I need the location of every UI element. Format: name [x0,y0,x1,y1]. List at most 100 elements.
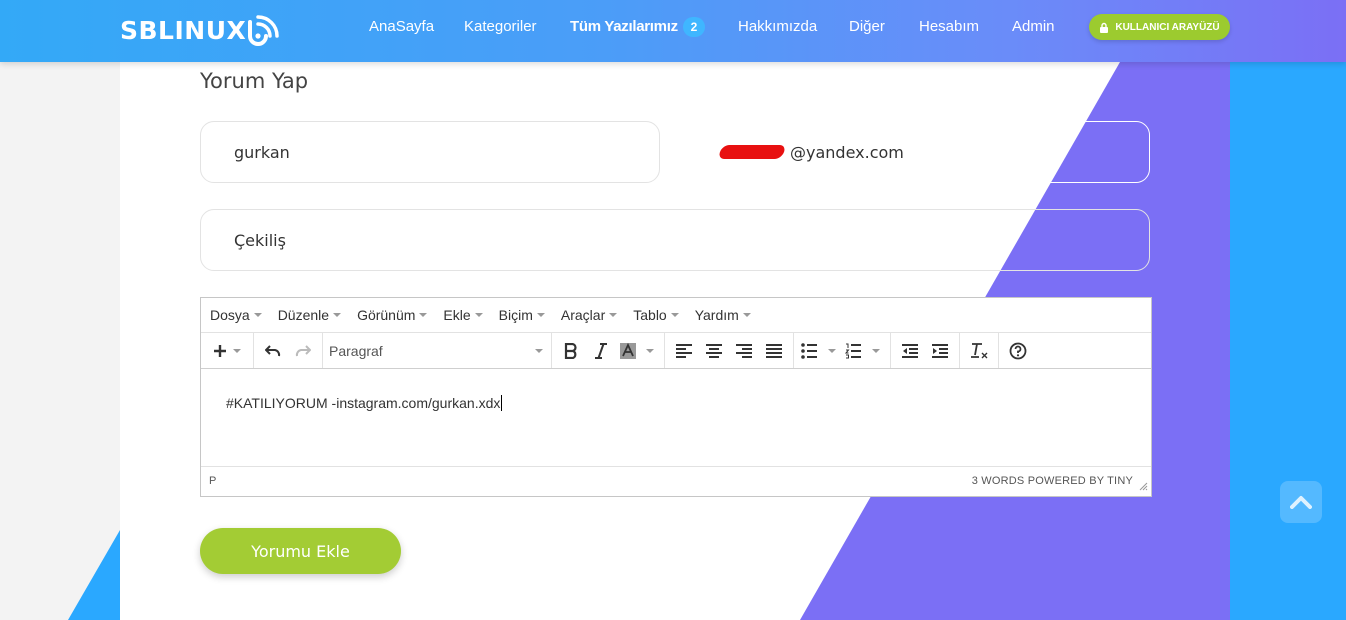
toolbar-group-history [254,333,323,368]
toolbar-group-help [999,333,1037,368]
editor-statusbar: P 3 WORDS POWERED BY TINY [201,467,1151,494]
chevron-down-icon [535,348,543,353]
nav-anasayfa[interactable]: AnaSayfa [369,18,434,35]
submit-comment-label: Yorumu Ekle [251,541,350,561]
name-field[interactable]: gurkan [200,121,660,183]
menu-yardim[interactable]: Yardım [695,307,751,323]
plus-icon [214,344,241,357]
user-interface-button[interactable]: KULLANICI ARAYÜZÜ [1089,14,1230,40]
chevron-down-icon [333,313,342,317]
undo-icon [265,344,281,356]
menu-dosya[interactable]: Dosya [210,307,262,323]
posts-count-badge: 2 [682,17,705,37]
text-color-icon [620,342,654,359]
subject-field[interactable]: Çekiliş [200,209,1150,271]
lock-icon [1100,22,1109,33]
resize-handle-icon[interactable] [1139,482,1148,491]
submit-comment-button[interactable]: Yorumu Ekle [200,528,401,574]
menu-ekle-label: Ekle [443,307,471,323]
format-select[interactable]: Paragraf [323,343,551,359]
insert-button[interactable] [205,336,249,366]
chevron-down-icon [536,313,545,317]
menu-bicim[interactable]: Biçim [499,307,545,323]
nav-diger[interactable]: Diğer [849,18,885,35]
logo-text: SBLINUX [120,15,247,45]
toolbar-group-insert [201,333,254,368]
subject-value: Çekiliş [234,230,286,250]
toolbar-group-align [665,333,794,368]
menu-tablo[interactable]: Tablo [633,307,679,323]
toolbar-group-clear [960,333,999,368]
align-right-button[interactable] [729,336,759,366]
align-center-icon [706,343,722,358]
editor-toolbar: Paragraf [201,333,1151,369]
email-field[interactable]: @yandex.com [690,121,1150,183]
editor-menubar: Dosya Düzenle Görünüm Ekle Biçim Araçlar… [201,298,1151,333]
text-cursor [501,395,503,411]
bold-button[interactable] [556,336,586,366]
word-count-branding: 3 WORDS POWERED BY TINY [971,474,1133,487]
redo-button[interactable] [288,336,318,366]
nav-hesabim[interactable]: Hesabım [919,18,979,35]
indent-icon [932,343,948,358]
menu-ekle[interactable]: Ekle [443,307,483,323]
site-logo[interactable]: SBLINUX [120,8,280,52]
menu-duzenle[interactable]: Düzenle [277,307,342,323]
toolbar-group-lists [794,333,891,368]
align-justify-icon [766,343,782,358]
format-select-value: Paragraf [329,342,383,359]
align-left-button[interactable] [669,336,699,366]
outdent-icon [902,343,918,358]
help-button[interactable] [1003,336,1033,366]
numbered-list-button[interactable] [842,336,886,366]
menu-araclar[interactable]: Araçlar [560,307,618,323]
menu-duzenle-label: Düzenle [277,307,330,323]
menu-gorunum-label: Görünüm [357,307,416,323]
redaction-mark [717,145,787,159]
menu-tablo-label: Tablo [633,307,667,323]
chevron-down-icon [419,313,428,317]
bullet-list-button[interactable] [798,336,842,366]
align-right-icon [736,343,752,358]
nav-admin[interactable]: Admin [1012,18,1055,35]
editor-content-text: #KATILIYORUM -instagram.com/gurkan.xdx [226,395,501,411]
help-icon [1009,342,1027,359]
clear-formatting-icon [971,342,988,358]
menu-yardim-label: Yardım [694,307,739,323]
redo-icon [295,344,311,356]
nav-kategoriler[interactable]: Kategoriler [464,18,537,35]
align-justify-button[interactable] [759,336,789,366]
name-value: gurkan [234,142,290,162]
element-path[interactable]: P [209,475,216,487]
chevron-down-icon [474,313,483,317]
numbered-list-icon [845,343,880,358]
editor-content-area[interactable]: #KATILIYORUM -instagram.com/gurkan.xdx [201,369,1151,467]
toolbar-group-indent [891,333,960,368]
right-background-strip [1230,0,1346,620]
chevron-down-icon [742,313,751,317]
menu-bicim-label: Biçim [498,307,533,323]
bullet-list-icon [801,342,836,359]
align-center-button[interactable] [699,336,729,366]
indent-button[interactable] [925,336,955,366]
menu-gorunum[interactable]: Görünüm [357,307,428,323]
undo-button[interactable] [258,336,288,366]
menu-araclar-label: Araçlar [560,307,606,323]
outdent-button[interactable] [895,336,925,366]
chevron-down-icon [253,313,262,317]
email-value: @yandex.com [790,142,904,162]
nav-tum-yazilarimiz[interactable]: Tüm Yazılarımız 2 [570,17,705,37]
italic-icon [595,342,607,359]
top-navbar: SBLINUX AnaSayfa Kategoriler Tüm Yazılar… [0,0,1346,62]
nav-hakkimizda[interactable]: Hakkımızda [738,18,817,35]
align-left-icon [676,343,692,358]
scroll-to-top-button[interactable] [1280,481,1322,523]
italic-button[interactable] [586,336,616,366]
wifi-logo-icon [248,15,280,46]
clear-formatting-button[interactable] [964,336,994,366]
chevron-down-icon [670,313,679,317]
text-color-button[interactable] [616,336,660,366]
chevron-down-icon [609,313,618,317]
user-interface-label: KULLANICI ARAYÜZÜ [1115,21,1220,33]
nav-tum-yazilarimiz-label: Tüm Yazılarımız [570,17,678,35]
